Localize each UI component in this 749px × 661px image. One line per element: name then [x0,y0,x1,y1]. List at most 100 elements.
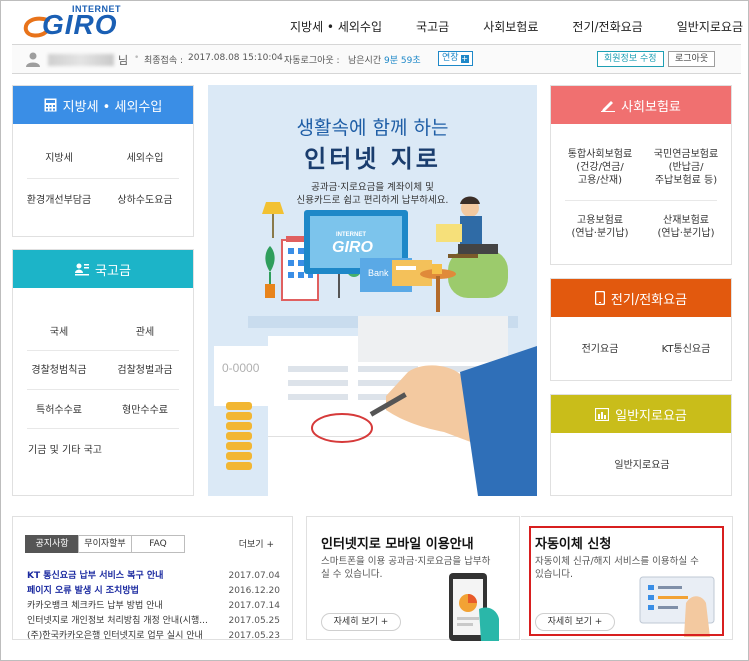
link-prosecution-fine[interactable]: 검찰청벌과금 [105,364,185,377]
panel-national-treasury: 국고금 국세 관세 경찰청범칙금 검찰청벌과금 특허수수료 형만수수료 기금 및… [12,249,194,496]
link-integrated-social-insurance[interactable]: 통합사회보험료 (건강/연금/ 고용/산재) [557,148,643,187]
panel-general-giro-header[interactable]: 일반지로요금 [551,395,731,433]
nav-social-insurance[interactable]: 사회보험료 [483,18,538,35]
lamp-icon [262,202,284,238]
mobile-promo-title: 인터넷지로 모바일 이용안내 [321,537,474,552]
banner-title-line1: 생활속에 함께 하는 [296,117,449,139]
phone-icon [594,291,605,305]
link-national-pension[interactable]: 국민연금보험료 (반납금/ 주납보험료 등) [643,148,729,187]
banner-illustration: INTERNET GIRO Bank 0-0000 [214,196,537,496]
link-local-tax[interactable]: 지방세 [19,152,99,165]
last-login-label: 최종접속 : [144,56,184,66]
coffee-table-icon [420,264,456,312]
remaining-time-label: 남은시간 [348,56,382,66]
divider [27,350,179,351]
chart-icon [595,407,610,421]
separator-dot: • [134,53,140,63]
panel-local-tax-header[interactable]: 지방세 • 세외수입 [13,86,193,124]
link-electricity-bill[interactable]: 전기요금 [557,343,643,356]
panel-general-giro-title: 일반지로요금 [615,408,687,424]
people-icon [75,263,90,275]
calculator-icon [44,98,57,112]
notice-title[interactable]: 인터넷지로 개인정보 처리방침 개정 안내(시행... [27,614,208,629]
nav-national-treasury[interactable]: 국고금 [416,18,449,35]
panel-social-insurance-header[interactable]: 사회보험료 [551,86,731,124]
banner-title-line2: 인터넷 지로 [304,145,441,173]
highlight-frame [529,526,724,636]
user-info-bar: 님 • 최종접속 : 2017.08.08 15:10:04 • 자동로그아웃 … [12,44,741,74]
nav-local-tax[interactable]: 지방세 • 세외수입 [290,18,382,35]
logo-big-text: GIRO [42,9,118,40]
list-item[interactable]: (주)한국카카오은행 인터넷지로 업무 실시 안내 2017.05.23 [27,629,280,644]
panel-national-treasury-header[interactable]: 국고금 [13,250,193,288]
link-criminal-fee[interactable]: 형만수수료 [105,404,185,417]
link-environment-charge[interactable]: 환경개선부담금 [19,194,99,207]
link-police-fine[interactable]: 경찰청범칙금 [19,364,99,377]
panel-electric-phone-title: 전기/전화요금 [610,292,688,308]
plus-icon: + [460,53,469,63]
link-general-giro-bill[interactable]: 일반지로요금 [551,459,733,472]
tab-notices[interactable]: 공지사항 [25,535,79,553]
nav-general-giro[interactable]: 일반지로요금 [677,18,743,35]
tab-interest-free[interactable]: 무이자할부 [78,535,132,553]
logout-button[interactable]: 로그아웃 [668,51,716,67]
link-fund-other[interactable]: 기금 및 기타 국고 [19,444,111,457]
link-non-tax-revenue[interactable]: 세외수입 [105,152,185,165]
plant-icon [265,246,275,298]
notice-date: 2017.07.04 [228,571,280,581]
link-industrial-accident-insurance[interactable]: 산재보험료 (연납·분기납) [643,214,729,240]
list-item[interactable]: 페이지 오류 발생 시 조치방법 2016.12.20 [27,584,280,599]
panel-electric-phone-header[interactable]: 전기/전화요금 [551,279,731,317]
pen-icon [601,100,616,112]
panel-general-giro: 일반지로요금 일반지로요금 [550,394,732,496]
list-item[interactable]: KT 통신요금 납부 서비스 복구 안내 2017.07.04 [27,569,280,584]
nav-electric-phone[interactable]: 전기/전화요금 [572,18,642,35]
notice-title[interactable]: 카카오뱅크 체크카드 납부 방법 안내 [27,599,163,614]
panel-national-treasury-title: 국고금 [95,263,131,279]
detail-label: 자세히 보기 [333,617,378,627]
extend-label: 연장 [442,53,459,63]
link-national-tax[interactable]: 국세 [19,326,99,339]
tab-faq[interactable]: FAQ [131,535,185,553]
notice-date: 2017.05.23 [228,631,280,641]
list-item[interactable]: 카카오뱅크 체크카드 납부 방법 안내 2017.07.14 [27,599,280,614]
user-name-blurred [48,54,114,66]
notice-box: 공지사항 무이자할부 FAQ 더보기 + KT 통신요금 납부 서비스 복구 안… [12,516,293,641]
separator-dot: • [274,53,280,63]
notice-title[interactable]: 페이지 오류 발생 시 조치방법 [27,584,139,599]
user-name-suffix: 님 [118,54,129,67]
notice-title[interactable]: KT 통신요금 납부 서비스 복구 안내 [27,569,163,584]
screen-logo-big: GIRO [332,239,373,256]
panel-social-insurance: 사회보험료 통합사회보험료 (건강/연금/ 고용/산재) 국민연금보험료 (반납… [550,85,732,265]
notice-title[interactable]: (주)한국카카오은행 인터넷지로 업무 실시 안내 [27,629,203,644]
person-reading-icon [436,196,508,298]
mobile-detail-button[interactable]: 자세히 보기 + [321,613,401,631]
giro-logo[interactable]: INTERNET GIRO [12,4,132,40]
notice-tabs: 공지사항 무이자할부 FAQ [25,535,185,553]
divider [27,178,179,179]
auto-logout-label: 자동로그아웃 : [284,56,340,66]
main-banner[interactable]: 생활속에 함께 하는 인터넷 지로 공과금·지로요금을 계좌이체 및 신용카드로… [208,85,537,496]
screen-logo-small: INTERNET [336,232,366,238]
panel-local-tax-title: 지방세 • 세외수입 [62,99,163,115]
divider [27,389,179,390]
link-customs[interactable]: 관세 [105,326,185,339]
more-link[interactable]: 더보기 + [239,537,274,550]
panel-electric-phone: 전기/전화요금 전기요금 KT통신요금 [550,278,732,381]
bill-number: 0-0000 [222,361,260,375]
user-icon [26,52,40,67]
link-kt-telecom-bill[interactable]: KT통신요금 [643,343,729,356]
banner-subtitle-line1: 공과금·지로요금을 계좌이체 및 [311,182,434,193]
bank-label: Bank [368,268,389,278]
link-employment-insurance[interactable]: 고용보험료 (연납·분기납) [557,214,643,240]
divider [27,428,179,429]
link-patent-fee[interactable]: 특허수수료 [19,404,99,417]
notice-list: KT 통신요금 납부 서비스 복구 안내 2017.07.04 페이지 오류 발… [27,569,280,644]
link-water-bill[interactable]: 상하수도요금 [105,194,185,207]
coin-stack-icon [226,402,252,470]
extend-session-button[interactable]: 연장 + [438,51,473,66]
edit-member-info-button[interactable]: 회원정보 수정 [597,51,664,67]
mobile-promo-box: 인터넷지로 모바일 이용안내 스마트폰을 이용 공과금·지로요금을 납부하실 수… [306,516,520,641]
list-item[interactable]: 인터넷지로 개인정보 처리방침 개정 안내(시행... 2017.05.25 [27,614,280,629]
last-login-value: 2017.08.08 15:10:04 [188,53,283,63]
